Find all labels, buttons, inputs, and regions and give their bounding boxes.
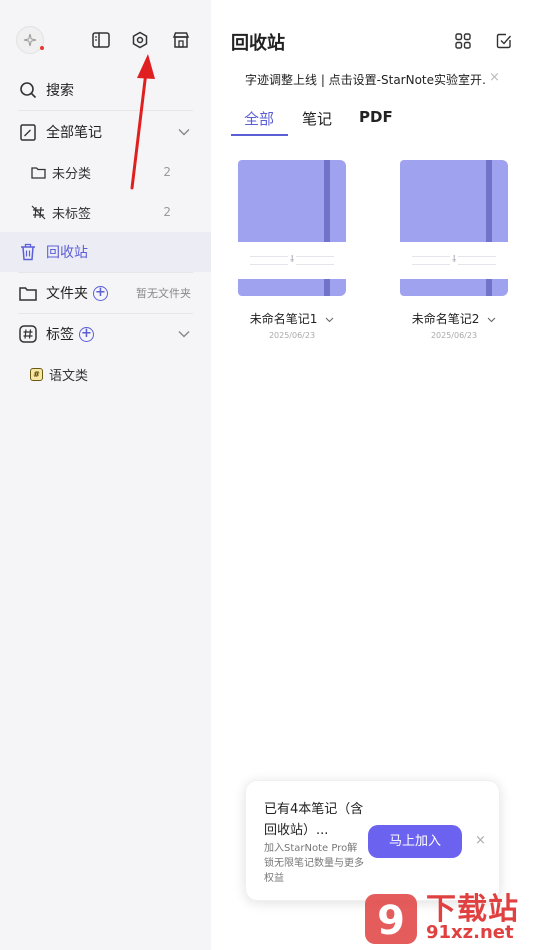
sidebar-toolbar: [16, 26, 196, 56]
svg-text:9: 9: [377, 898, 405, 944]
notebook-icon: [18, 122, 38, 142]
note-date: 2025/06/23: [430, 331, 478, 340]
chevron-down-icon[interactable]: [177, 327, 191, 341]
add-tag-icon[interactable]: +: [79, 326, 94, 342]
note-title-row[interactable]: 未命名笔记1: [238, 310, 346, 327]
notification-dot: [40, 46, 44, 50]
close-icon[interactable]: ×: [475, 833, 486, 848]
chevron-down-icon[interactable]: [325, 317, 334, 323]
watermark-logo-icon: 9: [365, 894, 417, 944]
tab-all[interactable]: 全部: [244, 108, 274, 129]
chevron-down-icon[interactable]: [177, 125, 191, 139]
tag-chip-icon: #: [30, 367, 43, 381]
folder-outline-icon: [30, 164, 46, 180]
join-now-button[interactable]: 马上加入: [368, 825, 462, 858]
sidebar: 搜索 全部笔记 未分类 2 未标签 2 回收站 文件夹 + 暂无文件夹 标签 +…: [0, 0, 212, 950]
watermark-url: 91xz.net: [426, 922, 514, 943]
sidebar-item-label: 标签: [46, 327, 74, 343]
sidebar-item-label: 语文类: [49, 368, 89, 384]
notebook-cover[interactable]: ⸸: [238, 160, 346, 296]
sidebar-item-tags[interactable]: 标签 +: [0, 314, 211, 354]
hashtag-icon: [18, 324, 38, 344]
tab-underline: [231, 134, 288, 136]
notebook-cover[interactable]: ⸸: [400, 160, 508, 296]
sidebar-item-folders[interactable]: 文件夹 + 暂无文件夹: [0, 273, 211, 313]
folder-icon: [18, 283, 38, 303]
item-count: 2: [163, 205, 171, 219]
select-checkbox-icon[interactable]: [493, 30, 515, 52]
note-card[interactable]: ⸸ 未命名笔记1 2025/06/23: [238, 160, 346, 340]
close-icon[interactable]: ×: [489, 70, 500, 85]
sidebar-item-label: 未标签: [52, 206, 92, 222]
note-card[interactable]: ⸸ 未命名笔记2 2025/06/23: [400, 160, 508, 340]
store-icon[interactable]: [169, 28, 193, 52]
notebook-label: ⸸: [400, 242, 508, 279]
item-count: 2: [163, 165, 171, 179]
sidebar-item-all-notes[interactable]: 全部笔记: [0, 112, 211, 152]
tab-pdf[interactable]: PDF: [359, 108, 393, 126]
annotation-arrow-icon: [130, 54, 155, 190]
no-tag-icon: [30, 204, 46, 220]
upgrade-promo-card: 已有4本笔记（含回收站）... 加入StarNote Pro解锁无限笔记数量与更…: [245, 780, 500, 901]
sidebar-toggle-icon[interactable]: [89, 28, 113, 52]
trash-icon: [18, 242, 38, 262]
promo-title: 已有4本笔记（含回收站）...: [264, 802, 364, 838]
sidebar-item-label: 全部笔记: [46, 125, 102, 141]
promo-subtitle: 加入StarNote Pro解锁无限笔记数量与更多权益: [264, 843, 364, 884]
sparkle-icon: [23, 33, 37, 47]
note-date: 2025/06/23: [268, 331, 316, 340]
note-title: 未命名笔记1: [249, 312, 318, 326]
notice-banner[interactable]: 字迹调整上线 | 点击设置-StarNote实验室开…: [245, 71, 485, 88]
note-title-row[interactable]: 未命名笔记2: [400, 310, 508, 327]
notebook-label: ⸸: [238, 242, 346, 279]
sidebar-item-label: 文件夹: [46, 286, 88, 302]
tab-notes[interactable]: 笔记: [302, 108, 332, 129]
divider: [18, 110, 193, 111]
sidebar-item-label: 搜索: [46, 83, 74, 99]
watermark: 9 下载站 91xz.net: [362, 884, 532, 948]
pen-icon: ⸸: [450, 255, 459, 265]
page-title: 回收站: [231, 33, 285, 54]
sidebar-item-label: 回收站: [46, 245, 88, 261]
sidebar-item-untagged[interactable]: 未标签 2: [0, 192, 211, 232]
grid-view-icon[interactable]: [452, 30, 474, 52]
pen-icon: ⸸: [288, 255, 297, 265]
folders-empty-hint: 暂无文件夹: [136, 287, 191, 300]
sidebar-item-search[interactable]: 搜索: [0, 70, 211, 110]
add-folder-icon[interactable]: +: [93, 285, 108, 301]
chevron-down-icon[interactable]: [487, 317, 496, 323]
sidebar-item-trash[interactable]: 回收站: [0, 232, 211, 272]
sidebar-item-label: 未分类: [52, 166, 92, 182]
avatar[interactable]: [16, 26, 44, 54]
sidebar-item-tag-chinese[interactable]: # 语文类: [0, 354, 211, 394]
sidebar-item-uncategorized[interactable]: 未分类 2: [0, 152, 211, 192]
note-title: 未命名笔记2: [411, 312, 480, 326]
settings-hexagon-icon[interactable]: [128, 28, 152, 52]
search-icon: [18, 80, 38, 100]
